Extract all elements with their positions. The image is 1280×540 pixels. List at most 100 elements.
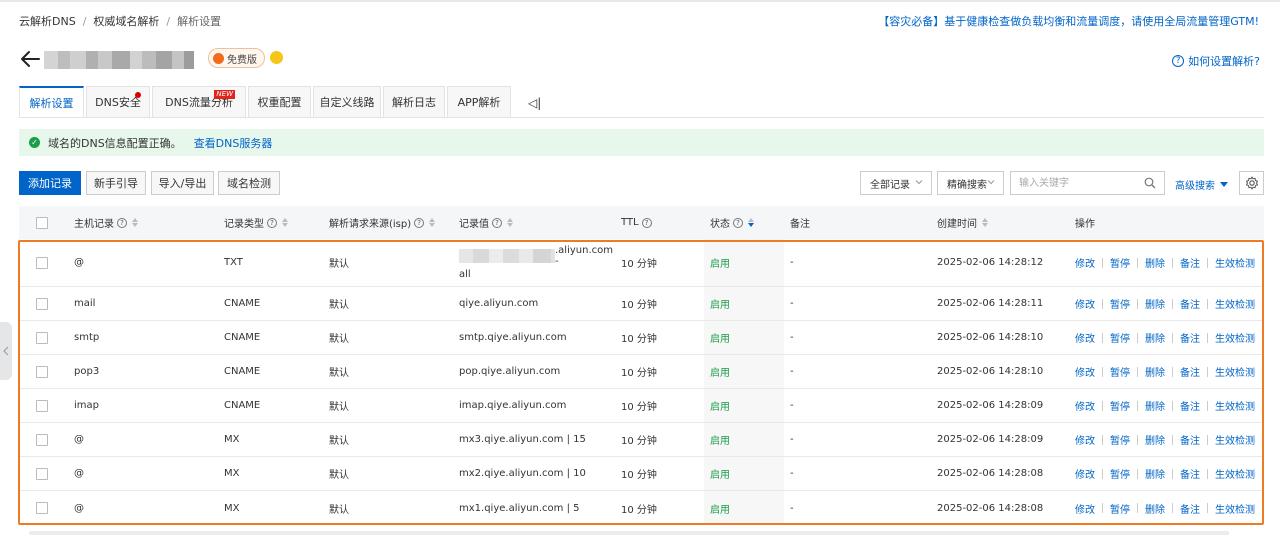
edit-link[interactable]: 修改 xyxy=(1075,364,1095,379)
tab-app-resolve[interactable]: APP解析 xyxy=(447,86,511,117)
sort-icon[interactable] xyxy=(429,218,436,227)
tab-dns-settings[interactable]: 解析设置 xyxy=(19,86,84,117)
search-icon[interactable] xyxy=(1144,177,1156,189)
question-icon[interactable]: ? xyxy=(117,217,127,228)
sort-icon[interactable] xyxy=(282,218,288,227)
edit-link[interactable]: 修改 xyxy=(1075,466,1095,481)
back-arrow-icon[interactable] xyxy=(19,48,41,70)
row-checkbox[interactable] xyxy=(36,256,48,269)
remark-cell: - xyxy=(790,468,794,479)
delete-link[interactable]: 删除 xyxy=(1145,398,1165,413)
pause-link[interactable]: 暂停 xyxy=(1110,432,1130,447)
effect-check-link[interactable]: 生效检测 xyxy=(1215,501,1255,516)
pause-link[interactable]: 暂停 xyxy=(1110,296,1130,311)
delete-link[interactable]: 删除 xyxy=(1145,501,1165,516)
delete-link[interactable]: 删除 xyxy=(1145,466,1165,481)
row-checkbox[interactable] xyxy=(36,365,48,378)
question-icon[interactable]: ? xyxy=(267,217,277,228)
edit-link[interactable]: 修改 xyxy=(1075,398,1095,413)
tab-weight-config[interactable]: 权重配置 xyxy=(248,86,311,117)
delete-link[interactable]: 删除 xyxy=(1145,296,1165,311)
horizontal-scrollbar[interactable] xyxy=(19,529,1264,537)
effect-check-link[interactable]: 生效检测 xyxy=(1215,330,1255,345)
tab-collapse-button[interactable]: ◁| xyxy=(528,96,541,110)
question-icon[interactable]: ? xyxy=(492,217,502,228)
advanced-search-toggle[interactable]: 高级搜索 xyxy=(1175,177,1228,192)
delete-link[interactable]: 删除 xyxy=(1145,255,1165,270)
edit-link[interactable]: 修改 xyxy=(1075,255,1095,270)
free-edition-badge[interactable]: 免费版 xyxy=(208,48,265,68)
row-checkbox[interactable] xyxy=(36,297,48,310)
scrollbar-thumb[interactable] xyxy=(29,531,1229,535)
effect-check-link[interactable]: 生效检测 xyxy=(1215,364,1255,379)
pause-link[interactable]: 暂停 xyxy=(1110,398,1130,413)
remark-link[interactable]: 备注 xyxy=(1180,255,1200,270)
warning-icon[interactable] xyxy=(270,51,283,64)
pause-link[interactable]: 暂停 xyxy=(1110,255,1130,270)
remark-link[interactable]: 备注 xyxy=(1180,296,1200,311)
row-checkbox[interactable] xyxy=(36,331,48,344)
sort-icon[interactable] xyxy=(748,218,754,227)
question-icon[interactable]: ? xyxy=(733,217,743,228)
domain-check-button[interactable]: 域名检测 xyxy=(218,171,280,195)
view-dns-servers-link[interactable]: 查看DNS服务器 xyxy=(194,135,273,151)
delete-link[interactable]: 删除 xyxy=(1145,432,1165,447)
sort-icon[interactable] xyxy=(982,218,988,227)
sort-icon[interactable] xyxy=(507,218,513,227)
settings-button[interactable] xyxy=(1239,171,1264,195)
question-icon[interactable]: ? xyxy=(414,217,425,228)
effect-check-link[interactable]: 生效检测 xyxy=(1215,466,1255,481)
match-mode-select[interactable]: 精确搜索 xyxy=(937,171,1004,195)
remark-link[interactable]: 备注 xyxy=(1180,398,1200,413)
tab-custom-line[interactable]: 自定义线路 xyxy=(313,86,381,117)
remark-link[interactable]: 备注 xyxy=(1180,466,1200,481)
sort-icon[interactable] xyxy=(132,218,138,227)
breadcrumb-item-authoritative[interactable]: 权威域名解析 xyxy=(93,13,159,29)
effect-check-link[interactable]: 生效检测 xyxy=(1215,432,1255,447)
add-record-button[interactable]: 添加记录 xyxy=(19,171,81,195)
remark-link[interactable]: 备注 xyxy=(1180,364,1200,379)
delete-link[interactable]: 删除 xyxy=(1145,330,1165,345)
remark-link[interactable]: 备注 xyxy=(1180,432,1200,447)
remark-link[interactable]: 备注 xyxy=(1180,501,1200,516)
record-filter-select[interactable]: 全部记录 xyxy=(860,171,932,195)
pause-link[interactable]: 暂停 xyxy=(1110,364,1130,379)
question-icon[interactable]: ? xyxy=(641,217,652,228)
breadcrumb-item-dns[interactable]: 云解析DNS xyxy=(19,13,76,29)
tab-label: 解析日志 xyxy=(392,96,436,109)
row-checkbox[interactable] xyxy=(36,467,48,480)
delete-link[interactable]: 删除 xyxy=(1145,364,1165,379)
help-link[interactable]: ? 如何设置解析? xyxy=(1172,53,1260,69)
created-cell: 2025-02-06 14:28:08 xyxy=(937,502,1044,514)
effect-check-link[interactable]: 生效检测 xyxy=(1215,255,1255,270)
row-checkbox[interactable] xyxy=(36,433,48,446)
edit-link[interactable]: 修改 xyxy=(1075,432,1095,447)
table-row: @ TXT 默认 .aliyun.com - all 10 分钟 启用 - 20… xyxy=(19,239,1264,287)
row-actions: 修改 暂停 删除 备注 生效检测 xyxy=(1075,321,1255,354)
tab-dns-traffic-analysis[interactable]: DNS流量分析 NEW xyxy=(152,86,246,117)
effect-check-link[interactable]: 生效检测 xyxy=(1215,398,1255,413)
tab-resolve-log[interactable]: 解析日志 xyxy=(383,86,445,117)
beginner-guide-button[interactable]: 新手引导 xyxy=(86,171,146,195)
import-export-button[interactable]: 导入/导出 xyxy=(151,171,214,195)
gtm-notice-link[interactable]: 【容灾必备】基于健康检查做负载均衡和流量调度，请使用全局流量管理GTM! xyxy=(878,13,1259,29)
tabs-divider xyxy=(19,117,1264,118)
select-all-checkbox[interactable] xyxy=(36,216,48,229)
keyword-search-input[interactable] xyxy=(1011,172,1131,194)
pause-link[interactable]: 暂停 xyxy=(1110,330,1130,345)
domain-name-masked xyxy=(44,51,194,69)
effect-check-link[interactable]: 生效检测 xyxy=(1215,296,1255,311)
pause-link[interactable]: 暂停 xyxy=(1110,501,1130,516)
edit-link[interactable]: 修改 xyxy=(1075,296,1095,311)
tab-dns-security[interactable]: DNS安全 xyxy=(86,86,150,117)
pause-link[interactable]: 暂停 xyxy=(1110,466,1130,481)
keyword-search-box xyxy=(1010,171,1165,195)
row-checkbox[interactable] xyxy=(36,502,48,514)
edit-link[interactable]: 修改 xyxy=(1075,501,1095,516)
edit-link[interactable]: 修改 xyxy=(1075,330,1095,345)
row-checkbox[interactable] xyxy=(36,399,48,412)
column-status-label: 状态 xyxy=(710,219,730,230)
sidebar-expand-handle[interactable] xyxy=(0,322,12,380)
remark-link[interactable]: 备注 xyxy=(1180,330,1200,345)
column-status: 状态 ? xyxy=(710,206,754,239)
